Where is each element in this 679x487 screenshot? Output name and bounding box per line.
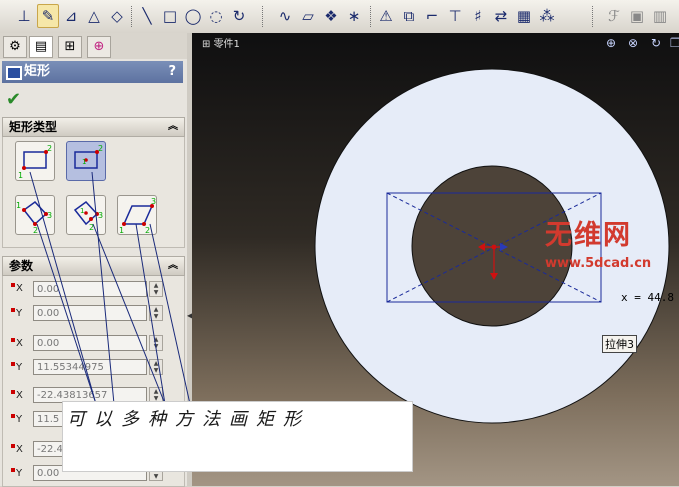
param-axis-label: X — [11, 390, 23, 401]
point-icon[interactable]: ∗ — [344, 5, 364, 27]
toolbar-separator — [131, 6, 132, 27]
param-field[interactable]: 0.00 — [33, 305, 147, 321]
circle-icon[interactable]: ◯ — [183, 5, 203, 27]
pt-label: 1 — [16, 201, 21, 210]
3pt-corner-rectangle-button[interactable]: 1 3 2 — [15, 195, 55, 235]
pattern-icon[interactable]: ❖ — [321, 5, 341, 27]
pt-label: 2 — [145, 226, 150, 234]
trim-icon[interactable]: ⌐ — [422, 5, 442, 27]
smart-dimension-icon[interactable]: ⊥ — [14, 5, 34, 27]
pt-label: 2 — [98, 144, 103, 153]
tangent-arc-icon[interactable]: ↻ — [229, 5, 249, 27]
feature-tree-tab-icon[interactable]: ⚙ — [3, 36, 27, 58]
ok-checkmark-icon[interactable]: ✔ — [6, 89, 21, 110]
rectangle-icon[interactable]: □ — [160, 5, 180, 27]
param-axis-label: X — [11, 444, 23, 455]
annotation-text: 可以多种方法画矩形 — [67, 409, 310, 430]
spline-icon[interactable]: ∿ — [275, 5, 295, 27]
view-icon[interactable]: ℱ — [604, 5, 624, 27]
watermark-logo: 无维网 — [545, 220, 632, 251]
pt-label: 3 — [98, 211, 103, 220]
rect-type-body: 1 2 1 2 1 3 2 1 3 2 1 3 2 — [2, 137, 185, 248]
param-axis-label: Y — [11, 414, 22, 425]
pt-label: 1 — [18, 171, 23, 180]
grid-icon[interactable]: ▦ — [514, 5, 534, 27]
plane-icon[interactable]: ▱ — [298, 5, 318, 27]
coordinate-readout: x = 44.8 — [621, 291, 674, 304]
offset-icon[interactable]: ⧉ — [399, 5, 419, 27]
params-label: 参数 — [9, 259, 34, 273]
view2-icon[interactable]: ▣ — [627, 5, 647, 27]
pt-label: 2 — [33, 226, 38, 234]
sketch-icon[interactable]: ✎ — [37, 4, 59, 28]
3d-sketch-icon[interactable]: ⊿ — [61, 5, 81, 27]
rect-type-label: 矩形类型 — [9, 120, 58, 134]
pt-label: 1 — [80, 207, 84, 215]
toolbar-separator — [592, 6, 593, 27]
annotation-box: 可以多种方法画矩形 — [62, 401, 413, 472]
center-rectangle-button[interactable]: 1 2 — [66, 141, 106, 181]
view3-icon[interactable]: ▥ — [650, 5, 670, 27]
collapse-chevron-icon[interactable]: ︽ — [168, 118, 178, 136]
rect-type-header[interactable]: 矩形类型 ︽ — [2, 117, 185, 137]
pt-label: 3 — [47, 211, 52, 220]
pt-label: 2 — [89, 223, 94, 232]
move-icon[interactable]: ♯ — [468, 5, 488, 27]
mirror-icon[interactable]: ⚠ — [376, 5, 396, 27]
param-field[interactable]: 11.55344975 — [33, 359, 147, 375]
param-spinner[interactable]: ▲▼ — [149, 359, 163, 375]
line-icon[interactable]: ╲ — [137, 5, 157, 27]
param-field[interactable]: 0.00 — [33, 335, 147, 351]
toolbar-separator — [370, 6, 371, 27]
collapse-chevron-icon[interactable]: ︽ — [168, 257, 178, 275]
param-axis-label: X — [11, 338, 23, 349]
param-axis-label: Y — [11, 468, 22, 479]
param-spinner[interactable]: ▲▼ — [149, 305, 163, 321]
3pt-center-rectangle-button[interactable]: 1 3 2 — [66, 195, 106, 235]
dimxpert-tab-icon[interactable]: ⊕ — [87, 36, 111, 58]
panel-tabs: ⚙ ▤ ⊞ ⊕ — [0, 33, 187, 59]
3pt-corner-rectangle-icon: 1 3 2 — [16, 200, 52, 235]
corner-rectangle-button[interactable]: 1 2 — [15, 141, 55, 181]
param-axis-label: Y — [11, 362, 22, 373]
dimension-icon[interactable]: △ — [84, 5, 104, 27]
dots-icon[interactable]: ⁂ — [537, 5, 557, 27]
parallelogram-button[interactable]: 1 3 2 — [117, 195, 157, 235]
arc-icon[interactable]: ◌ — [206, 5, 226, 27]
property-tab-icon[interactable]: ▤ — [29, 36, 53, 58]
corner-rectangle-icon: 1 2 — [18, 144, 52, 180]
sketch-toolbar: ⊥ ✎ ⊿ △ ◇ ╲ □ ◯ ◌ ↻ ∿ ▱ ❖ ∗ ⚠ ⧉ ⌐ ⊤ ♯ ⇄ … — [0, 0, 679, 34]
eraser-icon[interactable]: ◇ — [107, 5, 127, 27]
3pt-center-rectangle-icon: 1 3 2 — [73, 200, 103, 232]
pt-label: 1 — [82, 158, 86, 166]
watermark-url: www.5dcad.cn — [545, 256, 652, 271]
param-axis-label: X — [11, 283, 23, 294]
help-button[interactable]: ? — [168, 61, 176, 83]
rectangle-icon — [6, 66, 22, 80]
feature-tag[interactable]: 拉伸3 — [602, 335, 637, 353]
param-spinner[interactable]: ▲▼ — [149, 281, 163, 297]
copy-icon[interactable]: ⇄ — [491, 5, 511, 27]
param-axis-label: Y — [11, 308, 22, 319]
panel-title: 矩形 — [24, 64, 51, 79]
extend-icon[interactable]: ⊤ — [445, 5, 465, 27]
parallelogram-icon: 1 3 2 — [119, 197, 156, 235]
param-spinner[interactable]: ▲▼ — [149, 335, 163, 351]
center-point[interactable] — [491, 244, 497, 250]
params-header[interactable]: 参数 ︽ — [2, 256, 185, 276]
config-tab-icon[interactable]: ⊞ — [58, 36, 82, 58]
panel-title-bar: 矩形 ? — [2, 61, 183, 83]
pt-label: 3 — [151, 197, 156, 206]
pt-label: 2 — [47, 144, 52, 153]
center-rectangle-icon: 1 2 — [74, 144, 103, 169]
toolbar-separator — [262, 6, 263, 27]
param-field[interactable]: 0.00 — [33, 281, 147, 297]
pt-label: 1 — [119, 226, 124, 234]
